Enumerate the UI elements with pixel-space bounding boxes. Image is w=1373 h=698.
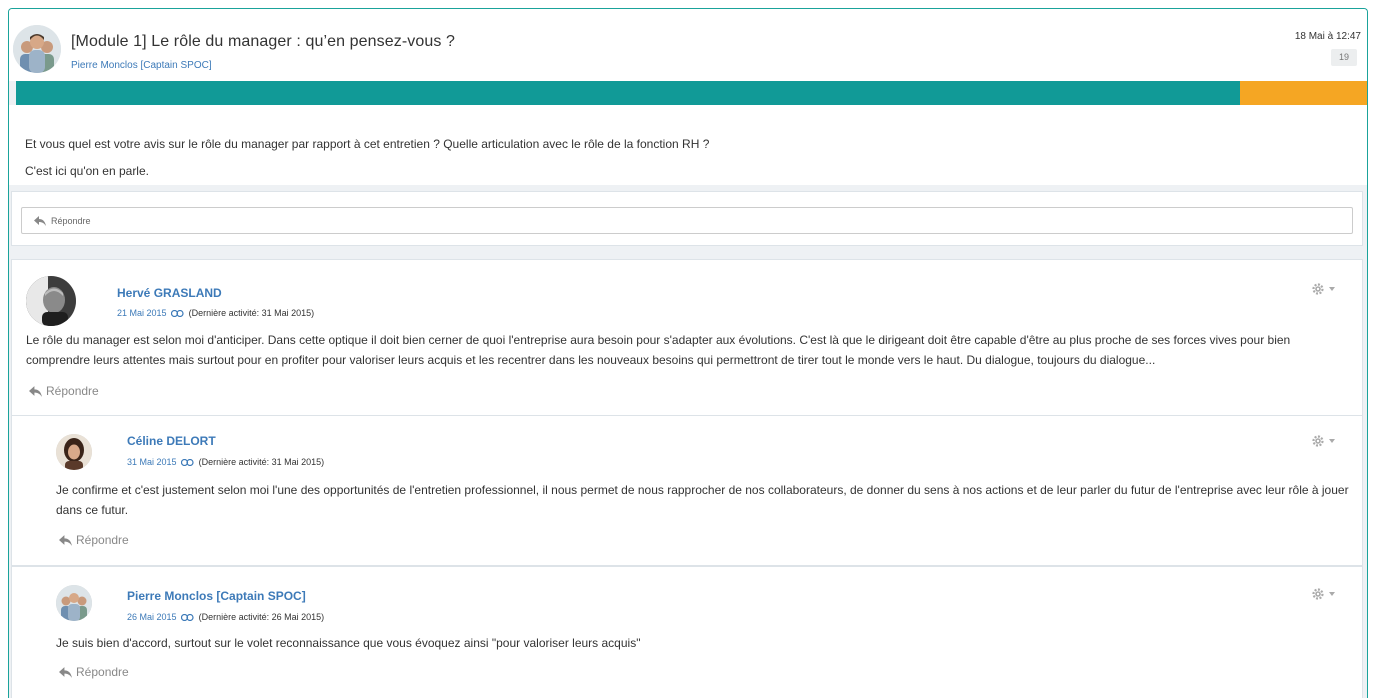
reply-label: Répondre: [76, 665, 129, 679]
topic-title: [Module 1] Le rôle du manager : qu’en pe…: [71, 33, 456, 50]
post-meta: 31 Mai 2015 (Dernière activité: 31 Mai 2…: [127, 457, 324, 467]
caret-down-icon: [1329, 287, 1335, 291]
reply-label: Répondre: [51, 215, 91, 226]
last-activity: (Dernière activité: 26 Mai 2015): [198, 612, 325, 622]
topic-body: Et vous quel est votre avis sur le rôle …: [9, 105, 1367, 185]
comment-post: Hervé GRASLAND 21 Mai 2015 (Dernière act…: [11, 259, 1363, 416]
reply-arrow-icon: [29, 385, 42, 397]
author-link[interactable]: Céline DELORT: [127, 434, 216, 448]
last-activity: (Dernière activité: 31 Mai 2015): [188, 308, 315, 318]
reply-button[interactable]: Répondre: [59, 665, 129, 679]
post-text: Je confirme et c'est justement selon moi…: [56, 483, 1349, 517]
gear-icon: [1312, 283, 1324, 295]
link-icon[interactable]: [171, 310, 184, 317]
post-date-link[interactable]: 31 Mai 2015: [127, 457, 177, 467]
reply-label: Répondre: [46, 384, 99, 398]
topic-body-paragraph: Et vous quel est votre avis sur le rôle …: [25, 137, 710, 151]
caret-down-icon: [1329, 439, 1335, 443]
comment-post: Céline DELORT 31 Mai 2015 (Dernière acti…: [11, 416, 1363, 566]
author-avatar[interactable]: [56, 434, 92, 470]
post-date-link[interactable]: 21 Mai 2015: [117, 308, 167, 318]
author-avatar[interactable]: [13, 25, 61, 73]
topic-header: [Module 1] Le rôle du manager : qu’en pe…: [9, 9, 1367, 81]
post-date-link[interactable]: 26 Mai 2015: [127, 612, 177, 622]
author-link[interactable]: Hervé GRASLAND: [117, 286, 222, 300]
post-meta: 21 Mai 2015 (Dernière activité: 31 Mai 2…: [117, 308, 314, 318]
post-text: Je suis bien d'accord, surtout sur le vo…: [56, 636, 641, 650]
topic-card: [Module 1] Le rôle du manager : qu’en pe…: [8, 8, 1368, 698]
topic-body-paragraph: C'est ici qu'on en parle.: [25, 164, 149, 178]
caret-down-icon: [1329, 592, 1335, 596]
reply-button[interactable]: Répondre: [29, 384, 99, 398]
reply-arrow-icon: [59, 534, 72, 546]
reply-box: Répondre: [11, 191, 1363, 246]
reply-arrow-icon: [34, 215, 46, 226]
post-settings-menu[interactable]: [1311, 282, 1335, 296]
progress-bar-fill: [16, 81, 1240, 105]
reply-count-badge: 19: [1331, 49, 1357, 66]
gear-icon: [1312, 588, 1324, 600]
reply-button[interactable]: Répondre: [21, 207, 1353, 234]
post-settings-menu[interactable]: [1311, 434, 1335, 448]
link-icon[interactable]: [181, 459, 194, 466]
gear-icon: [1312, 435, 1324, 447]
comment-post: Pierre Monclos [Captain SPOC] 26 Mai 201…: [11, 566, 1363, 698]
topic-author-link[interactable]: Pierre Monclos [Captain SPOC]: [71, 60, 212, 71]
author-link[interactable]: Pierre Monclos [Captain SPOC]: [127, 589, 306, 603]
reply-arrow-icon: [59, 666, 72, 678]
post-meta: 26 Mai 2015 (Dernière activité: 26 Mai 2…: [127, 612, 324, 622]
link-icon[interactable]: [181, 614, 194, 621]
post-settings-menu[interactable]: [1311, 587, 1335, 601]
reply-button[interactable]: Répondre: [59, 533, 129, 547]
last-activity: (Dernière activité: 31 Mai 2015): [198, 457, 325, 467]
author-avatar[interactable]: [56, 585, 92, 621]
topic-date: 18 Mai à 12:47: [1294, 31, 1361, 42]
progress-bar: [16, 81, 1367, 105]
reply-label: Répondre: [76, 533, 129, 547]
post-text: Le rôle du manager est selon moi d'antic…: [26, 333, 1291, 367]
author-avatar[interactable]: [26, 276, 76, 326]
